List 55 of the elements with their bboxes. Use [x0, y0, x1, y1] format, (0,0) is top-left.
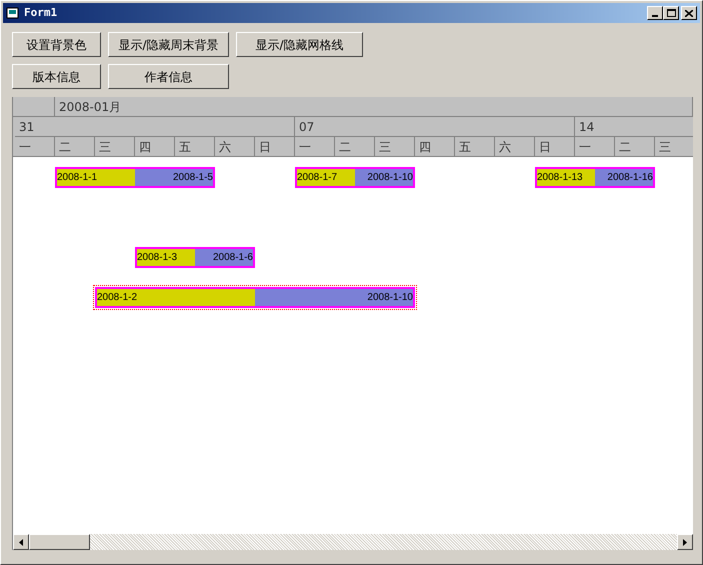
weekday-header: 三: [655, 137, 693, 156]
weekday-header: 一: [575, 137, 615, 156]
task-bar[interactable]: 2008-1-13 2008-1-16: [533, 165, 657, 190]
weekday-header: 三: [375, 137, 415, 156]
weekday-header: 五: [455, 137, 495, 156]
app-icon: [6, 6, 20, 20]
form-button[interactable]: 显示/隐藏周末背景: [108, 32, 229, 57]
task-bar[interactable]: 2008-1-2 2008-1-10: [93, 285, 417, 310]
start-date: 2008-1-13: [537, 171, 583, 185]
form-button[interactable]: 显示/隐藏网格线: [236, 32, 363, 57]
month-header: 2008-01月: [55, 97, 693, 117]
minimize-button[interactable]: [647, 6, 663, 20]
end-date: 2008-1-6: [212, 251, 253, 265]
maximize-icon: [666, 9, 676, 17]
weekday-header: 一: [295, 137, 335, 156]
form-button[interactable]: 作者信息: [108, 64, 229, 89]
weekday-header: 二: [615, 137, 655, 156]
task-bar[interactable]: 2008-1-1 2008-1-5: [53, 165, 217, 190]
week-header: 31: [15, 117, 295, 137]
weekday-header: 六: [495, 137, 535, 156]
week-header: 14: [575, 117, 693, 137]
weekday-header: 五: [175, 137, 215, 156]
start-date: 2008-1-1: [57, 171, 98, 185]
end-date: 2008-1-5: [172, 171, 213, 185]
weekday-header: 三: [95, 137, 135, 156]
start-date: 2008-1-2: [97, 291, 138, 305]
weekday-header: 一: [15, 137, 55, 156]
right-arrow-icon: [683, 538, 687, 546]
weekday-header: 二: [335, 137, 375, 156]
weekday-header: 日: [255, 137, 295, 156]
weekday-header: 六: [215, 137, 255, 156]
end-date: 2008-1-10: [367, 291, 413, 305]
close-icon: [685, 10, 693, 16]
weekday-header: 二: [55, 137, 95, 156]
end-date: 2008-1-16: [607, 171, 653, 185]
end-date: 2008-1-10: [367, 171, 413, 185]
horizontal-scrollbar[interactable]: [13, 534, 693, 550]
window-title: Form1: [24, 4, 58, 21]
scroll-left-button[interactable]: [13, 534, 29, 550]
scroll-thumb[interactable]: [29, 534, 90, 550]
start-date: 2008-1-7: [297, 171, 338, 185]
task-bar[interactable]: 2008-1-3 2008-1-6: [133, 245, 257, 270]
form-button[interactable]: 版本信息: [12, 64, 101, 89]
task-bar[interactable]: 2008-1-7 2008-1-10: [293, 165, 417, 190]
week-header: 07: [295, 117, 575, 137]
weekday-header: 日: [535, 137, 575, 156]
weekday-header: 四: [415, 137, 455, 156]
start-date: 2008-1-3: [137, 251, 178, 265]
scroll-right-button[interactable]: [677, 534, 693, 550]
weekday-header: 四: [135, 137, 175, 156]
form-button[interactable]: 设置背景色: [12, 32, 101, 57]
maximize-button[interactable]: [663, 6, 679, 20]
left-arrow-icon: [19, 538, 23, 546]
minimize-icon: [652, 15, 658, 17]
close-button[interactable]: [681, 6, 697, 20]
